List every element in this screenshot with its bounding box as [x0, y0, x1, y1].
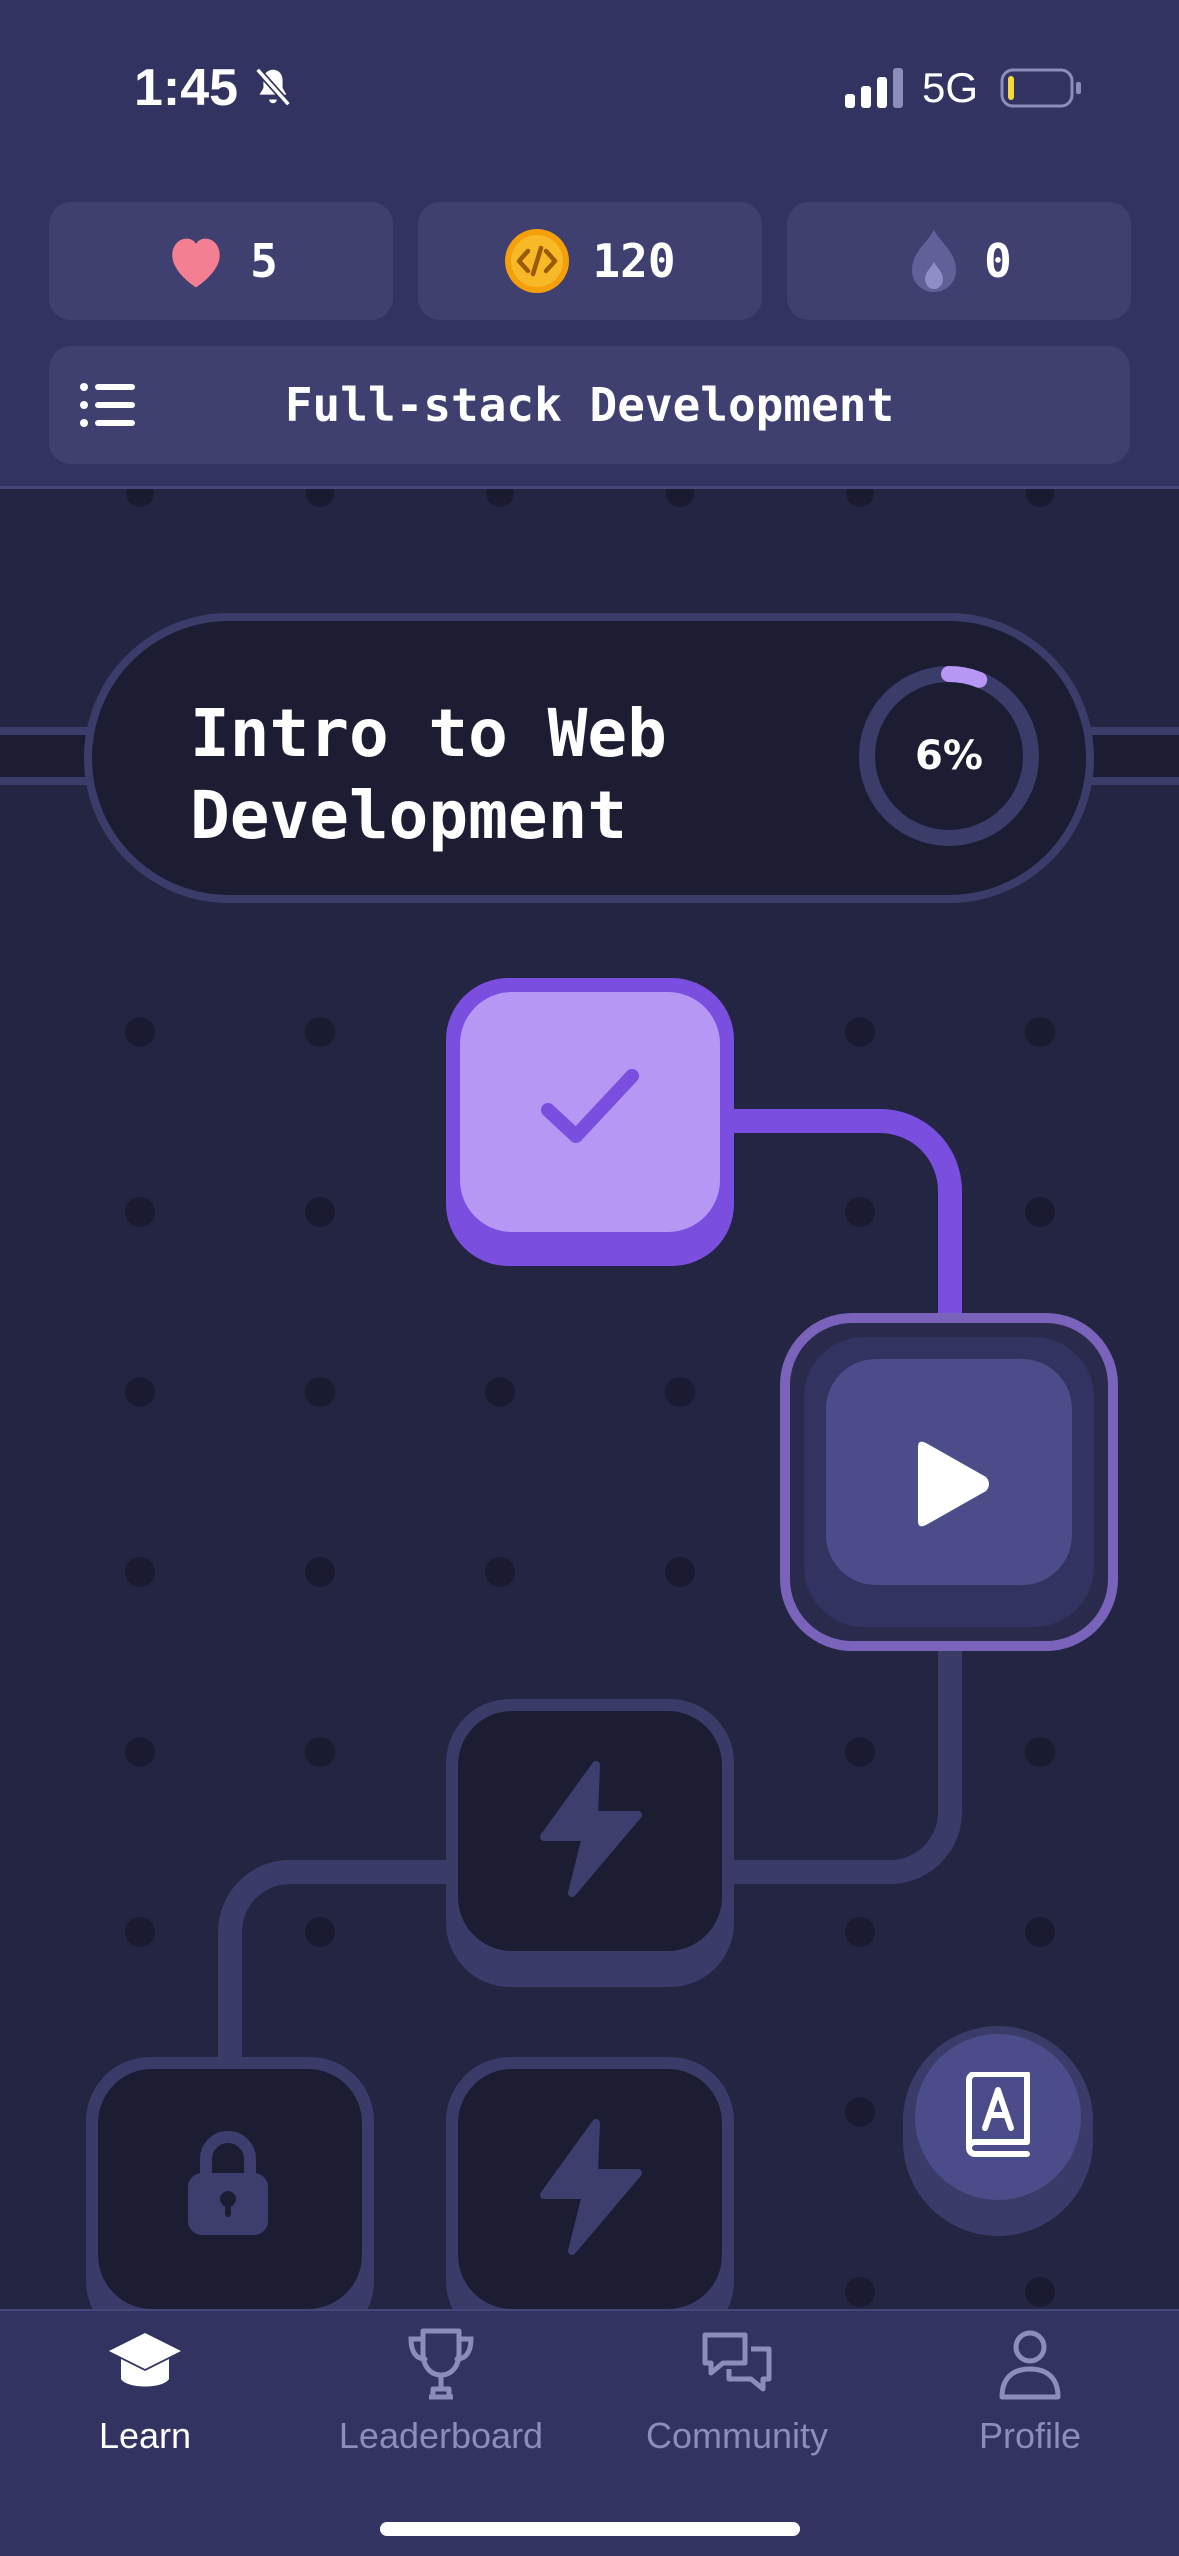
unit-title: Intro to Web Development [190, 693, 750, 857]
code-coin-icon [505, 229, 570, 293]
lesson-node-completed[interactable] [446, 978, 734, 1266]
nav-label-profile: Profile [978, 2415, 1082, 2456]
course-selector[interactable]: Full-stack Development [49, 346, 1130, 464]
nav-profile[interactable]: Profile [900, 2325, 1160, 2475]
hearts-stat[interactable]: 5 [49, 202, 393, 320]
person-icon [999, 2330, 1061, 2400]
nav-leaderboard[interactable]: Leaderboard [311, 2325, 571, 2475]
nav-label-learn: Learn [98, 2415, 192, 2456]
unit-title-line-2: Development [190, 777, 628, 854]
flame-icon [912, 230, 957, 292]
nav-community[interactable]: Community [607, 2325, 867, 2475]
unit-banner[interactable]: Intro to Web Development 6% [84, 613, 1094, 903]
dictionary-button[interactable] [903, 2026, 1093, 2236]
trophy-icon [408, 2328, 474, 2400]
learning-path-map: Intro to Web Development 6% [0, 489, 1179, 2345]
status-time: 1:45 [134, 59, 239, 117]
nav-label-leaderboard: Leaderboard [338, 2415, 544, 2456]
nav-learn[interactable]: Learn [15, 2325, 275, 2475]
bell-off-icon [255, 67, 291, 107]
bottom-navigation: Learn Leaderboard Community Profile [0, 2309, 1179, 2556]
progress-percent: 6% [915, 733, 983, 779]
battery-icon [1000, 68, 1081, 108]
lock-icon [188, 2131, 268, 2235]
streak-stat[interactable]: 0 [787, 202, 1131, 320]
lesson-node-locked[interactable] [86, 2057, 374, 2345]
chat-bubbles-icon [702, 2332, 772, 2392]
graduation-cap-icon [109, 2333, 181, 2387]
coins-count: 120 [592, 234, 676, 288]
lesson-node-locked[interactable] [446, 2057, 734, 2345]
hearts-count: 5 [250, 234, 278, 288]
home-indicator[interactable] [380, 2522, 800, 2536]
check-icon [541, 1069, 639, 1143]
lesson-node-current[interactable] [780, 1313, 1118, 1651]
coins-stat[interactable]: 120 [418, 202, 762, 320]
unit-title-line-1: Intro to Web [190, 695, 667, 772]
nav-label-community: Community [645, 2415, 829, 2456]
dictionary-icon [966, 2072, 1030, 2157]
lightning-icon [540, 1761, 642, 1897]
network-label: 5G [922, 64, 979, 111]
app-screen: 1:45 5G 5 120 0 Full-stack Development I… [0, 0, 1179, 2556]
course-title: Full-stack Development [284, 378, 895, 432]
top-header: 1:45 5G 5 120 0 Full-stack Development [0, 0, 1179, 489]
streak-count: 0 [984, 234, 1012, 288]
lightning-icon [540, 2119, 642, 2255]
lesson-node-current-body [804, 1337, 1094, 1627]
lesson-node-locked[interactable] [446, 1699, 734, 1987]
heart-icon [172, 238, 220, 288]
play-icon [918, 1441, 989, 1527]
signal-icon [845, 68, 903, 108]
